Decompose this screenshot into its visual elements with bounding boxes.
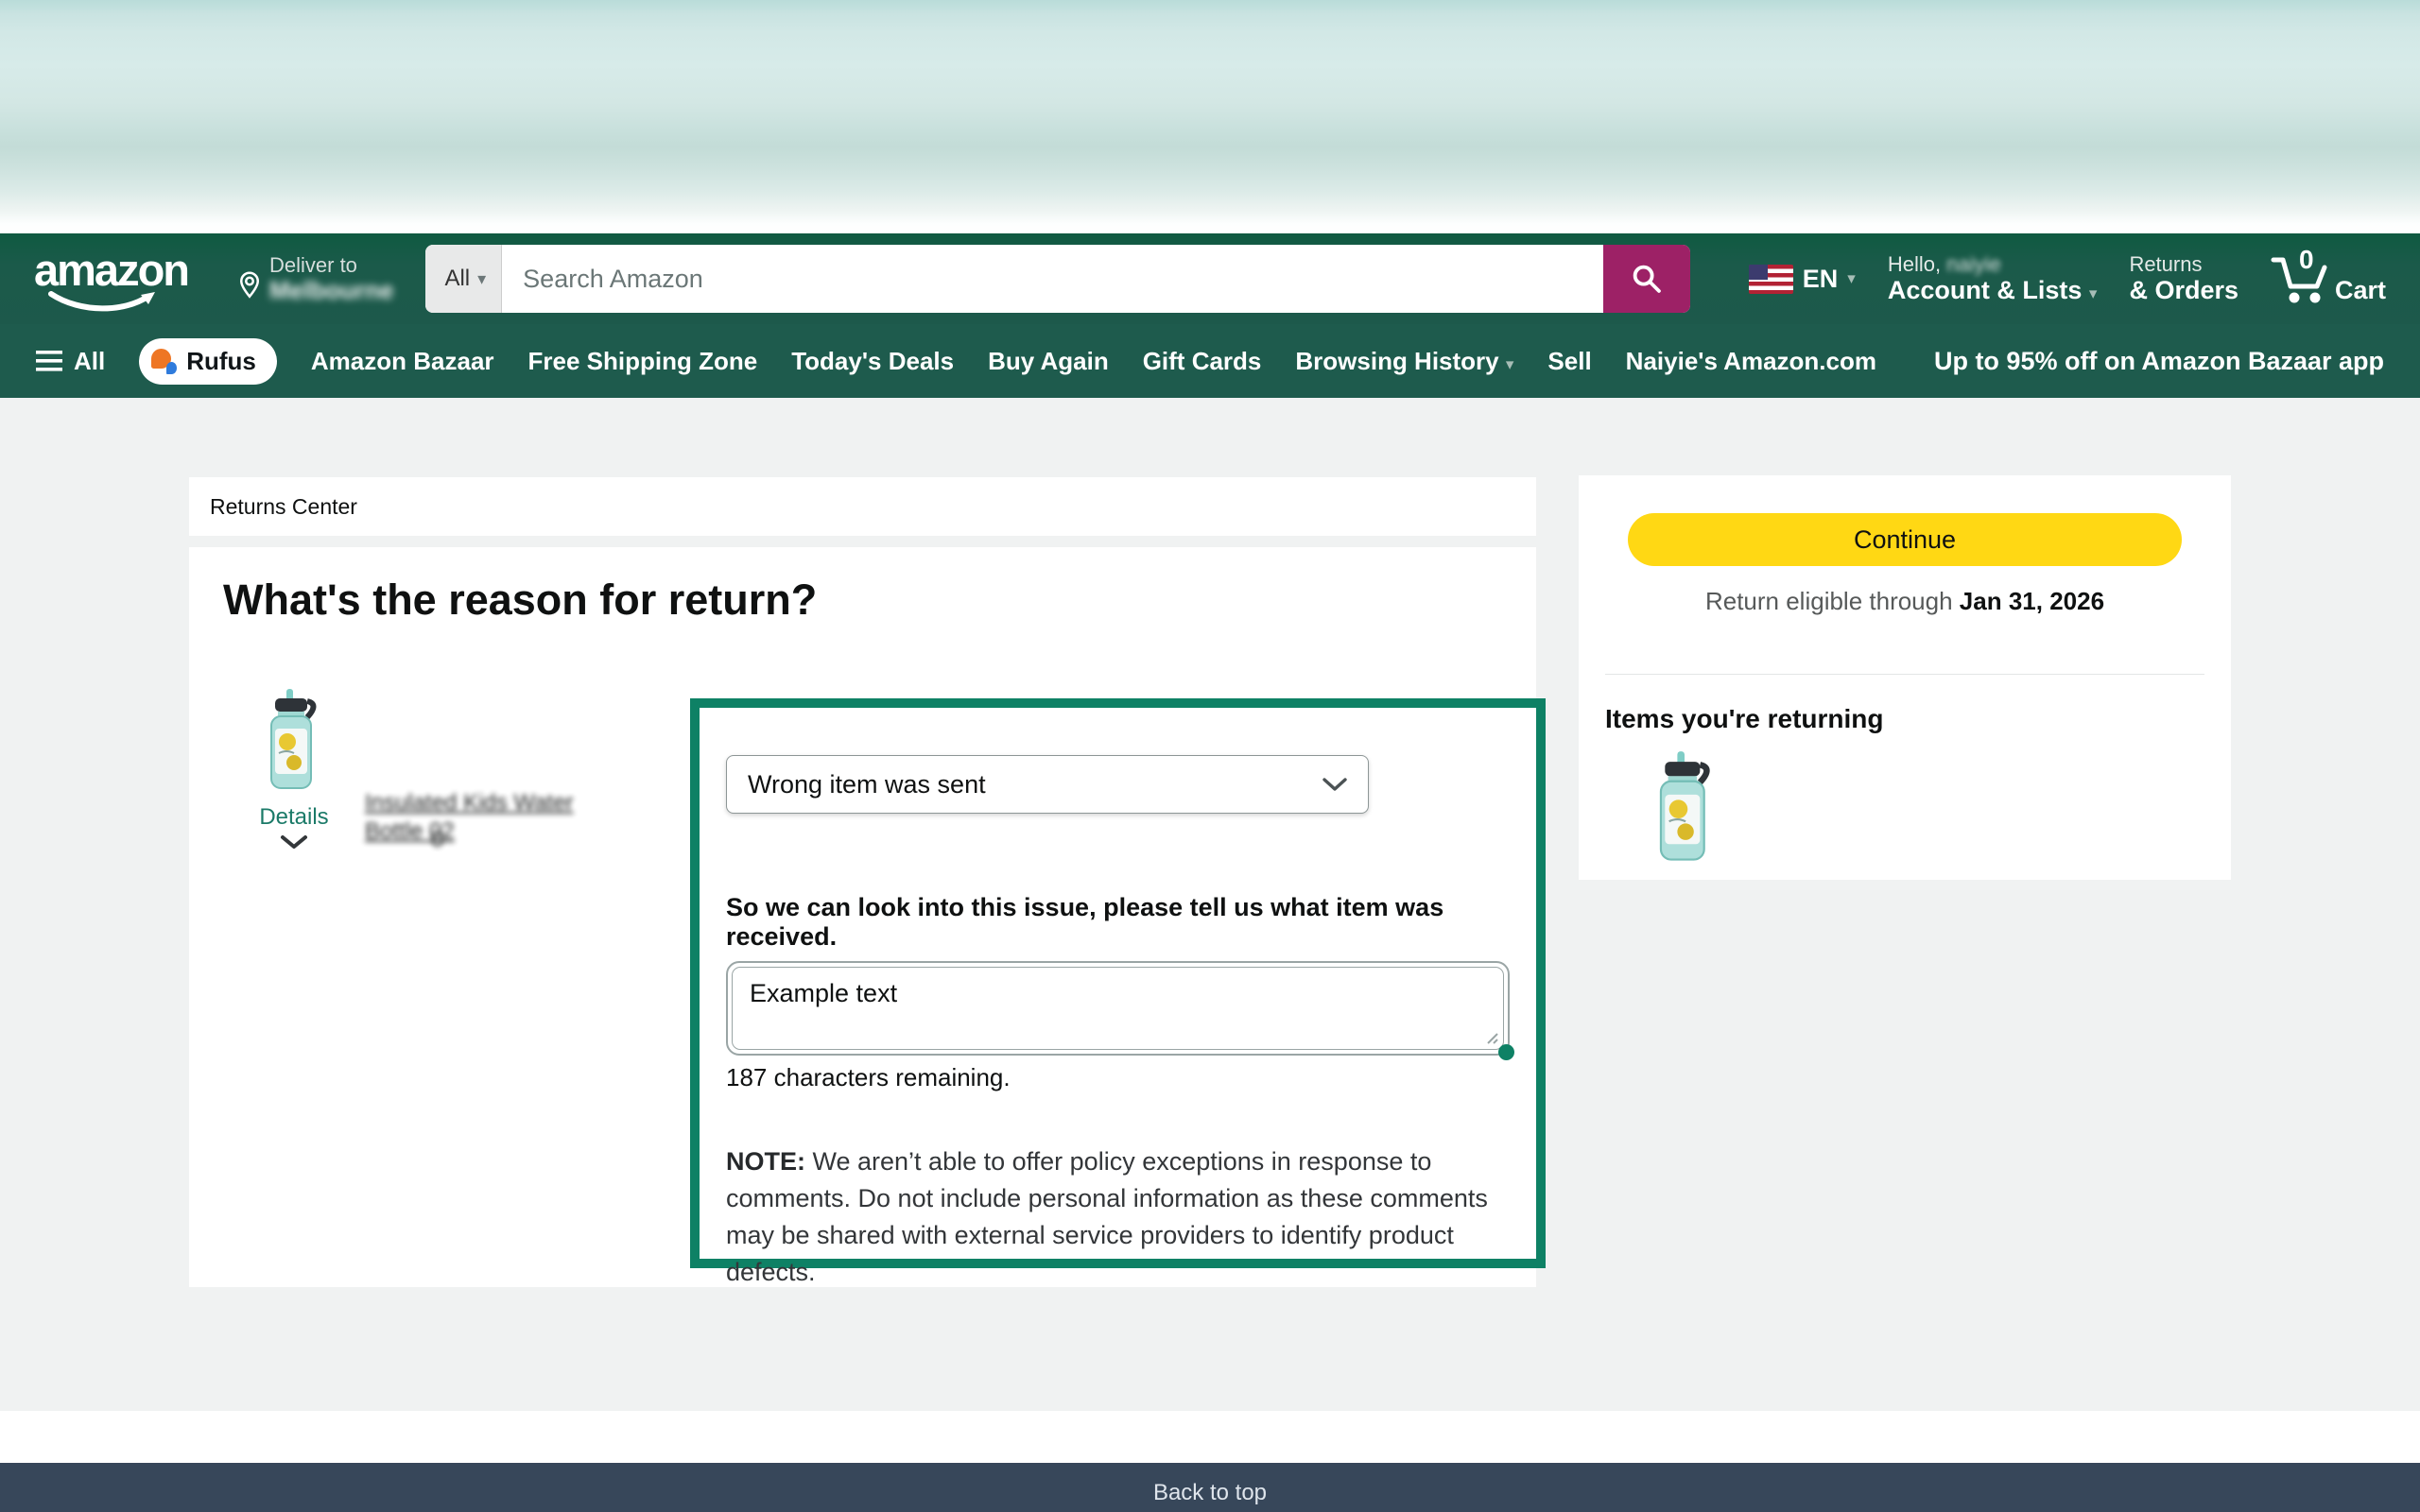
chevron-down-icon: ▾	[1506, 355, 1514, 373]
note-text: We aren’t able to offer policy exception…	[726, 1147, 1488, 1286]
continue-button[interactable]: Continue	[1628, 513, 2182, 566]
divider	[1605, 674, 2204, 675]
account-lists-menu[interactable]: Hello, naiyie Account & Lists ▾	[1888, 252, 2098, 305]
comment-textarea-wrapper: Example text	[726, 961, 1510, 1056]
return-summary-card: Continue Return eligible through Jan 31,…	[1579, 475, 2231, 880]
chevron-down-icon: ▾	[1847, 269, 1856, 288]
reason-highlight-box: Wrong item was sent So we can look into …	[690, 698, 1546, 1268]
returning-item-image[interactable]	[1635, 749, 1734, 865]
greeting-username: naiyie	[1946, 252, 2000, 276]
comment-textarea[interactable]: Example text	[732, 967, 1504, 1050]
page-title: What's the reason for return?	[223, 576, 817, 625]
amazon-logo-text: amazon	[34, 249, 199, 291]
eligible-date: Jan 31, 2026	[1960, 587, 2104, 615]
characters-remaining: 187 characters remaining.	[726, 1063, 1512, 1092]
greeting-text: Hello,	[1888, 252, 1941, 276]
breadcrumb[interactable]: Returns Center	[210, 494, 357, 520]
return-reason-select[interactable]: Wrong item was sent	[726, 755, 1369, 814]
product-image[interactable]	[248, 687, 338, 793]
orders-label: & Orders	[2129, 276, 2238, 305]
policy-note: NOTE: We aren’t able to offer policy exc…	[726, 1143, 1492, 1291]
search-bar: All ▾	[425, 245, 1689, 313]
nav-all-label: All	[74, 347, 105, 376]
language-selector[interactable]: EN ▾	[1749, 265, 1856, 294]
resize-grip-icon[interactable]	[1484, 1030, 1499, 1045]
nav-item-amazon-bazaar[interactable]: Amazon Bazaar	[311, 347, 494, 376]
rufus-icon	[151, 348, 178, 374]
return-eligible-text: Return eligible through Jan 31, 2026	[1579, 587, 2231, 616]
language-label: EN	[1803, 265, 1839, 294]
details-link[interactable]: Details	[223, 804, 365, 831]
details-expand-chevron[interactable]	[223, 834, 365, 854]
cart-button[interactable]: 0 Cart	[2271, 252, 2386, 305]
nav-item-naiyies-amazon[interactable]: Naiyie's Amazon.com	[1626, 347, 1876, 376]
chevron-down-icon: ▾	[477, 269, 486, 289]
search-category-label: All	[444, 266, 470, 292]
items-returning-heading: Items you're returning	[1605, 704, 1884, 734]
nav-item-gift-cards[interactable]: Gift Cards	[1143, 347, 1262, 376]
chevron-down-icon: ▾	[2089, 284, 2098, 302]
back-to-top-bar[interactable]: Back to top	[0, 1463, 2420, 1512]
nav-item-browsing-history[interactable]: Browsing History ▾	[1295, 347, 1513, 376]
cart-label: Cart	[2335, 276, 2386, 305]
amazon-smile-icon	[47, 291, 161, 314]
nav-promo-banner[interactable]: Up to 95% off on Amazon Bazaar app	[1934, 347, 2384, 376]
search-category-dropdown[interactable]: All ▾	[425, 245, 502, 313]
nav-item-free-shipping-zone[interactable]: Free Shipping Zone	[528, 347, 758, 376]
returns-orders-menu[interactable]: Returns & Orders	[2129, 252, 2238, 305]
breadcrumb-card: Returns Center	[189, 477, 1536, 536]
product-quantity: 0	[431, 827, 443, 853]
site-header: amazon Deliver to Melbourne All ▾	[0, 233, 2420, 324]
rufus-label: Rufus	[186, 347, 256, 376]
deliver-to-label: Deliver to	[269, 254, 393, 277]
search-button[interactable]	[1603, 245, 1690, 313]
search-icon	[1630, 262, 1664, 296]
location-pin-icon	[235, 267, 264, 300]
returns-label: Returns	[2129, 252, 2238, 276]
deliver-to[interactable]: Deliver to Melbourne	[235, 254, 393, 303]
amazon-logo[interactable]: amazon	[34, 249, 199, 312]
back-to-top-label: Back to top	[1153, 1480, 1267, 1506]
resize-handle-dot[interactable]	[1498, 1044, 1514, 1060]
nav-item-todays-deals[interactable]: Today's Deals	[791, 347, 954, 376]
all-menu-button[interactable]: All	[36, 347, 105, 376]
product-title[interactable]: Insulated Kids Water Bottle 02	[365, 789, 620, 846]
hero-banner	[0, 0, 2420, 233]
account-lists-label: Account & Lists	[1888, 276, 2083, 304]
return-reason-card: What's the reason for return? Details In…	[189, 547, 1536, 1287]
us-flag-icon	[1749, 265, 1793, 294]
nav-rufus-button[interactable]: Rufus	[139, 338, 277, 385]
hamburger-menu-icon	[36, 350, 64, 372]
comment-prompt: So we can look into this issue, please t…	[726, 893, 1512, 952]
secondary-nav: All Rufus Amazon Bazaar Free Shipping Zo…	[0, 324, 2420, 398]
cart-count-badge: 0	[2299, 245, 2314, 275]
eligible-prefix: Return eligible through	[1705, 587, 1960, 615]
note-label: NOTE:	[726, 1147, 805, 1176]
return-reason-value: Wrong item was sent	[748, 770, 986, 799]
chevron-down-icon	[280, 834, 308, 850]
chevron-down-icon	[1322, 778, 1347, 792]
page-background: Returns Center What's the reason for ret…	[0, 398, 2420, 1411]
search-input[interactable]	[502, 245, 1603, 313]
deliver-to-location: Melbourne	[269, 277, 393, 303]
nav-item-sell[interactable]: Sell	[1547, 347, 1591, 376]
nav-item-buy-again[interactable]: Buy Again	[988, 347, 1109, 376]
